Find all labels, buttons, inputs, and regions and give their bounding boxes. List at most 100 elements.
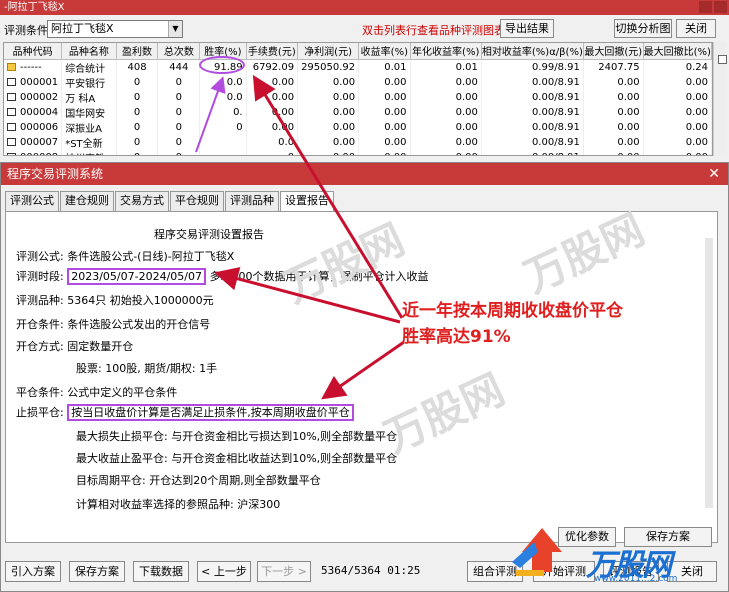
table-row[interactable]: 000008神州高铁0000.000.000.000.00/8.910.000.… (4, 149, 712, 156)
table-cell-fee: 0.0 (246, 134, 299, 150)
brand-logo-icon (512, 528, 562, 576)
window-controls (699, 1, 727, 13)
table-cell-rel: 0.00/8.91 (481, 104, 584, 120)
table-cell-ret: 0.00 (358, 149, 411, 155)
formula-select-value: 阿拉丁飞毯X (51, 22, 114, 35)
folder-icon (7, 92, 16, 101)
table-cell-win: 0 (116, 89, 159, 105)
column-header[interactable]: 手续费(元) (246, 43, 299, 60)
evaluation-dialog: 程序交易评测系统 ✕ 评测公式 建仓规则 交易方式 平仓规则 评测品种 设置报告… (0, 162, 729, 592)
table-cell-code: 000004 (4, 104, 63, 120)
save-scheme-button[interactable]: 保存方案 (69, 561, 125, 582)
next-step-button[interactable]: 下一步 > (257, 561, 311, 582)
row-checkbox[interactable] (718, 55, 727, 64)
double-click-hint: 双击列表行查看品种评测图表 (362, 24, 505, 37)
table-cell-annual: 0.00 (410, 104, 482, 120)
minimize-button[interactable] (699, 1, 712, 13)
table-cell-ddr: 0.00 (643, 74, 712, 90)
table-cell-dd: 2407.75 (583, 59, 644, 75)
table-cell-dd: 0.00 (583, 119, 644, 135)
column-header[interactable]: 净利润(元) (297, 43, 360, 60)
table-cell-total: 0 (157, 134, 201, 150)
period-value: 2023/05/07-2024/05/07 (67, 268, 206, 285)
table-cell-dd: 0.00 (583, 74, 644, 90)
window-title: -阿拉丁飞毯X (4, 2, 65, 13)
report-title: 程序交易评测设置报告 (154, 228, 264, 241)
table-cell-code: 000008 (4, 149, 63, 156)
close-button[interactable]: 关闭 (676, 19, 716, 38)
table-cell-annual: 0.01 (410, 59, 482, 75)
column-header[interactable]: 收益率(%) (358, 43, 411, 60)
table-cell-code: 000002 (4, 89, 63, 105)
table-row[interactable]: 000002 万 科A 0 0 0.0 0.00 0.00 0.00 0.00 0.00/8.91… (4, 89, 712, 105)
chevron-down-icon[interactable]: ▼ (168, 21, 182, 37)
table-cell-rate (199, 149, 247, 155)
tab-trade-mode[interactable]: 交易方式 (115, 191, 169, 211)
table-cell-ddr: 0.00 (643, 104, 712, 120)
column-header[interactable]: 品种名称 (61, 43, 117, 60)
table-cell-name: *ST全新 (61, 134, 117, 150)
progress-status: 5364/5364 01:25 (321, 564, 421, 577)
download-data-button[interactable]: 下载数据 (133, 561, 189, 582)
column-header[interactable]: 总次数 (157, 43, 201, 60)
table-cell-ret: 0.00 (358, 134, 411, 150)
close-window-button[interactable] (714, 1, 727, 13)
switch-chart-button[interactable]: 切换分析图 (614, 19, 672, 38)
table-row[interactable]: 000007 *ST全新 0 0 0.0 0.00 0.00 0.00 0.00/8.91 0.0… (4, 134, 712, 150)
table-cell-annual: 0.00 (410, 74, 482, 90)
table-cell-annual: 0.00 (410, 134, 482, 150)
table-cell-total: 0 (157, 149, 201, 155)
column-header[interactable]: 盈利数 (116, 43, 159, 60)
table-cell-rate: 0.0 (199, 74, 247, 90)
table-cell-ddr: 0.00 (643, 89, 712, 105)
stock-code: 000006 (20, 121, 59, 133)
table-cell-fee: 0.00 (246, 119, 299, 135)
annotation-callout: 近一年按本周期收收盘价平仓 胜率高达91% (402, 298, 623, 350)
stop-label: 止损平仓: (16, 406, 64, 419)
table-cell-ret: 0.00 (358, 119, 411, 135)
close-icon[interactable]: ✕ (708, 163, 720, 185)
table-cell-profit: 0.00 (297, 149, 360, 155)
table-cell-fee: 0.00 (246, 74, 299, 90)
table-cell-total: 444 (157, 59, 201, 75)
stock-code: 000008 (20, 152, 58, 156)
report-scrollbar[interactable] (705, 238, 713, 508)
table-cell-rate (199, 134, 247, 150)
import-scheme-button[interactable]: 引入方案 (5, 561, 61, 582)
report-open-mode: 开仓方式: 固定数量开仓 (16, 340, 134, 353)
table-cell-code: 000007 (4, 134, 63, 150)
table-row[interactable]: 000004 国华网安 0 0 0. 0.00 0.00 0.00 0.00 0.00/8.91 0… (4, 104, 712, 120)
table-cell-profit: 0.00 (297, 74, 360, 90)
report-variety: 评测品种: 5364只 初始投入1000000元 (16, 294, 214, 307)
tab-report[interactable]: 设置报告 (280, 191, 334, 212)
prev-step-button[interactable]: < 上一步 (197, 561, 251, 582)
column-header[interactable]: 相对收益率(%)α/β(%) (481, 43, 584, 60)
table-cell-dd: 0.00 (583, 149, 644, 155)
column-header[interactable]: 最大回撤比(%) (643, 43, 712, 60)
win-rate-highlight-circle (199, 56, 245, 74)
report-max-gain: 最大收益止盈平仓: 与开仓资金相比收益达到10%,则全部数量平仓 (76, 452, 398, 465)
window-title-bar: -阿拉丁飞毯X (0, 0, 729, 15)
export-button[interactable]: 导出结果 (500, 19, 554, 38)
table-cell-total: 0 (157, 74, 201, 90)
table-cell-profit: 0.00 (297, 89, 360, 105)
results-table: 品种代码 品种名称 盈利数 总次数 胜率(%) 手续费(元) 净利润(元) 收益… (3, 42, 713, 156)
formula-select[interactable]: 阿拉丁飞毯X ▼ (47, 20, 183, 38)
stop-value: 按当日收盘价计算是否满足止损条件,按本周期收盘价平仓 (67, 404, 354, 421)
table-row[interactable]: ------ 综合统计 408 444 91.89 6792.09 295050.92 0.0… (4, 59, 712, 75)
table-row[interactable]: 000006 深振业A 0 0 0 0.00 0.00 0.00 0.00 0.00/8.91 0.… (4, 119, 712, 135)
tab-varieties[interactable]: 评测品种 (225, 191, 279, 211)
annotation-line-2: 胜率高达91% (402, 327, 511, 347)
tab-open-rules[interactable]: 建仓规则 (60, 191, 114, 211)
report-target: 目标周期平仓: 开仓达到20个周期,则全部数量平仓 (76, 474, 321, 487)
period-label: 评测时段: (16, 270, 64, 283)
tab-formula[interactable]: 评测公式 (5, 191, 59, 211)
tab-close-rules[interactable]: 平仓规则 (170, 191, 224, 211)
table-cell-fee: 0.00 (246, 104, 299, 120)
table-cell-annual: 0.00 (410, 89, 482, 105)
table-row[interactable]: 000001 平安银行 0 0 0.0 0.00 0.00 0.00 0.00 0.00/8.91… (4, 74, 712, 90)
table-cell-win: 0 (116, 149, 159, 155)
column-header[interactable]: 年化收益率(%) (410, 43, 482, 60)
column-header[interactable]: 品种代码 (4, 43, 63, 60)
column-header[interactable]: 最大回撤(元) (583, 43, 644, 60)
